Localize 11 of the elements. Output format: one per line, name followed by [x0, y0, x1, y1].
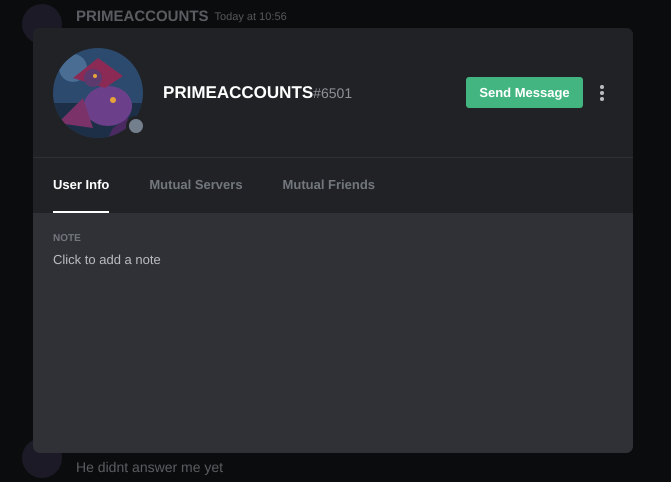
note-heading: NOTE: [53, 233, 81, 244]
profile-tab[interactable]: Mutual Servers: [149, 158, 243, 213]
username: PRIMEACCOUNTS#6501: [163, 82, 354, 102]
more-options-icon[interactable]: [599, 84, 605, 102]
message-text: He didnt answer me yet: [76, 459, 224, 475]
note-field[interactable]: Click to add a note: [53, 252, 353, 267]
profile-tab[interactable]: User Info: [53, 158, 110, 213]
message-author: PRIMEACCOUNTS: [76, 8, 209, 25]
message-time: Today at 10:56: [214, 11, 287, 23]
send-message-button[interactable]: Send Message: [466, 77, 583, 108]
profile-tab[interactable]: Mutual Friends: [282, 158, 375, 213]
